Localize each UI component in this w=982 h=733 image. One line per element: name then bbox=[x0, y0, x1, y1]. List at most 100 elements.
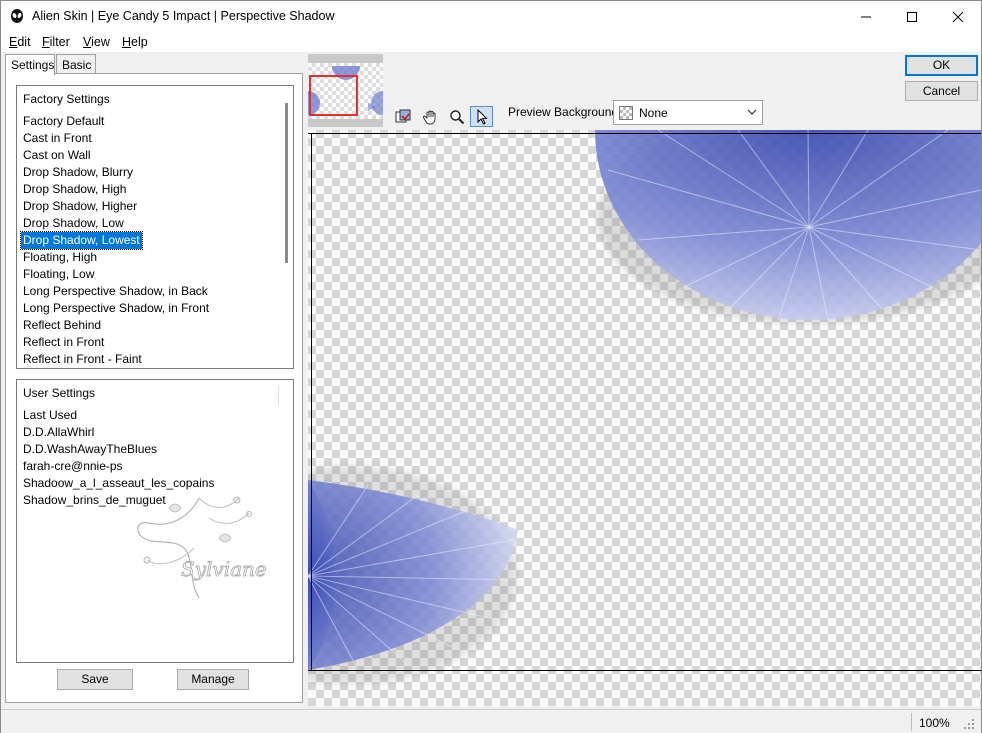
factory-setting-item-label: Reflect Behind bbox=[23, 318, 102, 332]
menu-edit[interactable]: Edit bbox=[9, 35, 31, 49]
user-setting-item-label: Last Used bbox=[23, 408, 78, 422]
factory-setting-item-label: Drop Shadow, High bbox=[23, 182, 127, 196]
menu-view-label: iew bbox=[91, 35, 110, 49]
preview-toggle-button[interactable] bbox=[391, 106, 414, 127]
factory-settings-items: Factory Default Cast in Front Cast on Wall… bbox=[20, 113, 211, 368]
factory-setting-item-label: Long Perspective Shadow, in Back bbox=[23, 284, 208, 298]
zoom-icon bbox=[449, 109, 464, 124]
menu-help-label: elp bbox=[131, 35, 148, 49]
user-setting-item-label: D.D.AllaWhirl bbox=[23, 425, 95, 439]
user-settings-list[interactable]: User Settings Last Used D.D.AllaWhirl D.D.… bbox=[16, 379, 294, 663]
factory-setting-item-label: Floating, Low bbox=[23, 267, 95, 281]
user-setting-item[interactable]: D.D.WashAwayTheBlues bbox=[21, 441, 216, 458]
factory-setting-item[interactable]: Drop Shadow, Lowest bbox=[20, 231, 211, 250]
factory-setting-item-label: Drop Shadow, Higher bbox=[23, 199, 138, 213]
chevron-down-icon bbox=[747, 109, 757, 115]
factory-setting-item[interactable]: Reflect Behind bbox=[21, 317, 211, 334]
factory-setting-item[interactable]: Long Perspective Shadow, in Back bbox=[21, 283, 211, 300]
navigator-thumbnail[interactable] bbox=[308, 54, 383, 127]
minimize-icon bbox=[861, 16, 871, 17]
factory-settings-list[interactable]: Factory Settings Factory Default Cast in … bbox=[16, 85, 294, 369]
user-settings-header: User Settings bbox=[23, 386, 96, 400]
maximize-icon bbox=[907, 11, 917, 22]
factory-settings-header: Factory Settings bbox=[23, 92, 110, 106]
factory-setting-item[interactable]: Drop Shadow, Blurry bbox=[21, 164, 211, 181]
zoom-tool-button[interactable] bbox=[445, 106, 468, 127]
thumbnail-viewport-frame[interactable] bbox=[309, 75, 358, 116]
menu-bar: Edit Filter View Help bbox=[1, 32, 981, 52]
factory-setting-item-label: Drop Shadow, Lowest bbox=[20, 231, 143, 250]
preview-toggle-icon bbox=[395, 109, 410, 122]
user-setting-item[interactable]: farah-cre@nnie-ps bbox=[21, 458, 216, 475]
factory-setting-item-label: Cast in Front bbox=[23, 131, 92, 145]
menu-edit-label: dit bbox=[17, 35, 31, 49]
user-settings-header-divider bbox=[278, 385, 279, 405]
cancel-button[interactable]: Cancel bbox=[905, 81, 978, 101]
menu-filter-key: F bbox=[42, 35, 50, 49]
factory-setting-item[interactable]: Reflect in Front bbox=[21, 334, 211, 351]
factory-setting-item[interactable]: Floating, Low bbox=[21, 266, 211, 283]
preview-background-select[interactable]: None bbox=[613, 100, 763, 125]
hand-icon bbox=[422, 110, 435, 124]
window-title: Alien Skin | Eye Candy 5 Impact | Perspe… bbox=[32, 9, 335, 23]
status-bar: 100% bbox=[1, 709, 981, 733]
user-setting-item[interactable]: Last Used bbox=[21, 407, 216, 424]
factory-setting-item-label: Factory Default bbox=[23, 114, 105, 128]
alien-head-icon bbox=[11, 9, 23, 23]
factory-setting-item-label: Drop Shadow, Low bbox=[23, 216, 124, 230]
user-setting-item[interactable]: D.D.AllaWhirl bbox=[21, 424, 216, 441]
pointer-icon bbox=[477, 108, 488, 125]
save-button[interactable]: Save bbox=[57, 669, 133, 690]
zoom-level: 100% bbox=[919, 716, 950, 730]
factory-setting-item[interactable]: Reflect in Front - Faint bbox=[21, 351, 211, 368]
factory-setting-item-label: Long Perspective Shadow, in Front bbox=[23, 301, 210, 315]
user-setting-item-label: farah-cre@nnie-ps bbox=[23, 459, 123, 473]
menu-help[interactable]: Help bbox=[122, 35, 148, 49]
eye-candy-window: Alien Skin | Eye Candy 5 Impact | Perspe… bbox=[0, 0, 982, 733]
minimize-button[interactable] bbox=[843, 1, 889, 32]
factory-setting-item-label: Reflect in Front - Faint bbox=[23, 352, 142, 366]
preview-background-value: None bbox=[639, 106, 668, 120]
factory-setting-item-label: Drop Shadow, Blurry bbox=[23, 165, 134, 179]
close-icon bbox=[952, 11, 964, 22]
close-button[interactable] bbox=[935, 1, 981, 32]
sylviane-watermark: Sylviane bbox=[137, 496, 267, 599]
watermark-signature: Sylviane bbox=[181, 557, 267, 581]
menu-view[interactable]: View bbox=[83, 35, 110, 49]
factory-setting-item[interactable]: Drop Shadow, High bbox=[21, 181, 211, 198]
factory-setting-item[interactable]: Cast in Front bbox=[21, 130, 211, 147]
selection-left-edge bbox=[311, 133, 312, 670]
selection-bottom-edge bbox=[308, 670, 981, 671]
factory-setting-item[interactable]: Long Perspective Shadow, in Front bbox=[21, 300, 211, 317]
maximize-button[interactable] bbox=[889, 1, 935, 32]
preview-background-label: Preview Background: bbox=[508, 105, 622, 119]
factory-setting-item[interactable]: Floating, High bbox=[21, 249, 211, 266]
thumbnail-canvas bbox=[308, 63, 383, 119]
title-bar: Alien Skin | Eye Candy 5 Impact | Perspe… bbox=[1, 1, 981, 32]
factory-setting-item-label: Cast on Wall bbox=[23, 148, 91, 162]
factory-setting-item[interactable]: Cast on Wall bbox=[21, 147, 211, 164]
manage-button[interactable]: Manage bbox=[177, 669, 249, 690]
status-divider bbox=[911, 713, 912, 731]
tab-settings[interactable]: Settings bbox=[5, 54, 55, 75]
tab-basic[interactable]: Basic bbox=[56, 54, 96, 74]
factory-setting-item[interactable]: Drop Shadow, Higher bbox=[21, 198, 211, 215]
preview-artwork bbox=[308, 130, 981, 685]
settings-panel: Factory Settings Factory Default Cast in … bbox=[5, 73, 303, 703]
user-setting-item-label: D.D.WashAwayTheBlues bbox=[23, 442, 158, 456]
menu-view-key: V bbox=[83, 35, 92, 49]
factory-setting-item[interactable]: Drop Shadow, Low bbox=[21, 215, 211, 232]
transparency-swatch-icon bbox=[619, 106, 633, 120]
ok-button[interactable]: OK bbox=[905, 55, 978, 76]
pointer-tool-button[interactable] bbox=[470, 106, 493, 127]
factory-setting-item-label: Floating, High bbox=[23, 250, 98, 264]
menu-help-key: H bbox=[122, 35, 132, 49]
menu-filter[interactable]: Filter bbox=[42, 35, 70, 49]
factory-setting-item[interactable]: Factory Default bbox=[21, 113, 211, 130]
hand-tool-button[interactable] bbox=[419, 106, 442, 127]
preview-canvas[interactable] bbox=[308, 130, 981, 706]
factory-setting-item-label: Reflect in Front bbox=[23, 335, 105, 349]
resize-grip-icon[interactable] bbox=[963, 718, 975, 730]
factory-scrollbar[interactable] bbox=[285, 103, 288, 263]
menu-filter-label: ilter bbox=[49, 35, 70, 49]
